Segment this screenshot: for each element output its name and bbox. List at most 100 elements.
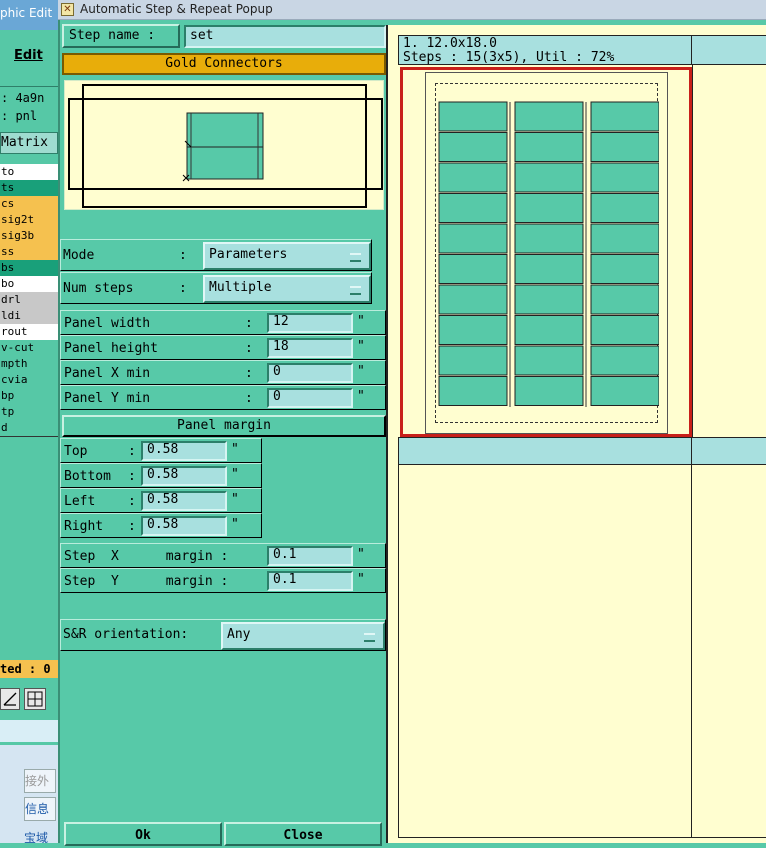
margin-right-label: Right: [64, 519, 104, 534]
layer-item[interactable]: sig2t: [0, 212, 58, 229]
layer-item[interactable]: bs: [0, 260, 58, 277]
side-tab-2[interactable]: 信息: [24, 797, 56, 821]
step-cell: [514, 223, 584, 254]
inch-unit: ": [231, 442, 239, 457]
dropdown-indicator-icon: [350, 253, 361, 262]
panel-y-min-input[interactable]: 0: [267, 388, 353, 408]
step-cell: [438, 162, 508, 193]
panel-width-input[interactable]: 12: [267, 313, 353, 333]
inch-unit: ": [357, 389, 365, 404]
layer-item[interactable]: ldi: [0, 308, 58, 325]
num-steps-separator: :: [179, 281, 187, 296]
step-cell: [438, 254, 508, 284]
measure-tool-icon[interactable]: [0, 688, 20, 710]
layer-item[interactable]: drl: [0, 292, 58, 309]
step-cell: [590, 254, 659, 284]
step-y-margin-label: Step Y margin :: [64, 574, 229, 589]
side-tab-3: 宝域网: [24, 831, 49, 843]
panel-margin-fields: Top : 0.58 " Bottom : 0.58 " Left : 0.58…: [60, 438, 262, 538]
step-cell: [514, 284, 584, 315]
step-layout-grid: [438, 101, 659, 407]
layer-item[interactable]: to: [0, 164, 58, 181]
layer-item[interactable]: sig3b: [0, 228, 58, 245]
orientation-row: S&R orientation: Any: [60, 619, 386, 651]
close-button[interactable]: Close: [224, 822, 382, 846]
step-info-line: : pnl: [1, 109, 38, 123]
margin-top-input[interactable]: 0.58: [141, 441, 227, 461]
result-header[interactable]: 1. 12.0x18.0 Steps : 15(3x5), Util : 72%: [398, 35, 692, 65]
result-size: 1. 12.0x18.0: [403, 36, 497, 51]
margin-bottom-input[interactable]: 0.58: [141, 466, 227, 486]
layer-item[interactable]: mpth: [0, 356, 58, 373]
step-cell: [514, 345, 584, 376]
step-cell: [514, 315, 584, 345]
margin-right-input[interactable]: 0.58: [141, 516, 227, 536]
orientation-dropdown[interactable]: Any: [221, 622, 385, 650]
field-colon: :: [245, 341, 253, 356]
grid-tool-icon[interactable]: [24, 688, 46, 710]
result-steps: Steps : 15(3x5), Util : 72%: [403, 50, 615, 65]
layer-item[interactable]: bp: [0, 388, 58, 405]
panel-height-input[interactable]: 18: [267, 338, 353, 358]
step-cell: [590, 101, 659, 132]
layout-preview-pane: 1. 12.0x18.0 Steps : 15(3x5), Util : 72%: [386, 25, 766, 843]
layer-item[interactable]: v-cut: [0, 340, 58, 357]
step-name-input[interactable]: set: [184, 25, 386, 48]
layer-item[interactable]: cs: [0, 196, 58, 213]
step-cell: [514, 376, 584, 406]
layer-item[interactable]: ss: [0, 244, 58, 261]
step-y-margin-input[interactable]: 0.1: [267, 571, 353, 591]
step-cell: [438, 345, 508, 376]
field-colon: :: [245, 391, 253, 406]
ok-button[interactable]: Ok: [64, 822, 222, 846]
step-cell: [590, 132, 659, 162]
mode-dropdown[interactable]: Parameters: [203, 242, 371, 270]
step-cell: [590, 345, 659, 376]
step-cell: [590, 223, 659, 254]
step-x-margin-row: Step X margin : 0.1 ": [60, 543, 386, 568]
inch-unit: ": [357, 339, 365, 354]
result-header-4[interactable]: [692, 437, 766, 465]
step-cell: [590, 284, 659, 315]
layer-item[interactable]: d: [0, 420, 58, 437]
job-info-line: : 4a9n: [1, 91, 45, 105]
margin-left-label: Left: [64, 494, 96, 509]
margin-top-label: Top: [64, 444, 88, 459]
num-steps-dropdown[interactable]: Multiple: [203, 275, 371, 303]
layer-item[interactable]: cvia: [0, 372, 58, 389]
layer-item[interactable]: bo: [0, 276, 58, 293]
side-tab-1[interactable]: 接外: [24, 769, 56, 793]
inch-unit: ": [231, 492, 239, 507]
step-x-margin-input[interactable]: 0.1: [267, 546, 353, 566]
matrix-button[interactable]: Matrix: [0, 132, 58, 154]
step-name-label: Step name :: [62, 24, 180, 48]
menu-edit[interactable]: Edit: [14, 48, 43, 63]
field-colon: :: [128, 469, 136, 484]
window-titlebar[interactable]: ✕ Automatic Step & Repeat Popup: [58, 0, 766, 20]
margin-bottom-row: Bottom : 0.58 ": [60, 463, 262, 488]
margin-left-input[interactable]: 0.58: [141, 491, 227, 511]
field-colon: :: [128, 519, 136, 534]
field-colon: :: [245, 316, 253, 331]
result-header-2[interactable]: [692, 35, 766, 65]
result-header-3[interactable]: [398, 437, 692, 465]
panel-margin-title: Panel margin: [62, 415, 386, 437]
empty-cell-bottom-right: [692, 465, 766, 838]
margin-right-row: Right : 0.58 ": [60, 513, 262, 538]
layer-item[interactable]: ts: [0, 180, 58, 197]
step-cell: [438, 101, 508, 132]
panel-x-min-input[interactable]: 0: [267, 363, 353, 383]
layer-item[interactable]: tp: [0, 404, 58, 421]
close-window-icon[interactable]: ✕: [61, 3, 74, 16]
selected-layout-cell[interactable]: [400, 67, 692, 437]
step-cell: [438, 376, 508, 406]
panel-y-min-row: Panel Y min : 0 ": [60, 385, 386, 410]
step-cell: [438, 193, 508, 223]
empty-cell-bottom-left: [398, 465, 692, 838]
background-app-menubar: Edit: [0, 30, 58, 85]
step-cell: [514, 254, 584, 284]
margin-top-row: Top : 0.58 ": [60, 438, 262, 463]
inch-unit: ": [231, 517, 239, 532]
mode-separator: :: [179, 248, 187, 263]
layer-item[interactable]: rout: [0, 324, 58, 341]
